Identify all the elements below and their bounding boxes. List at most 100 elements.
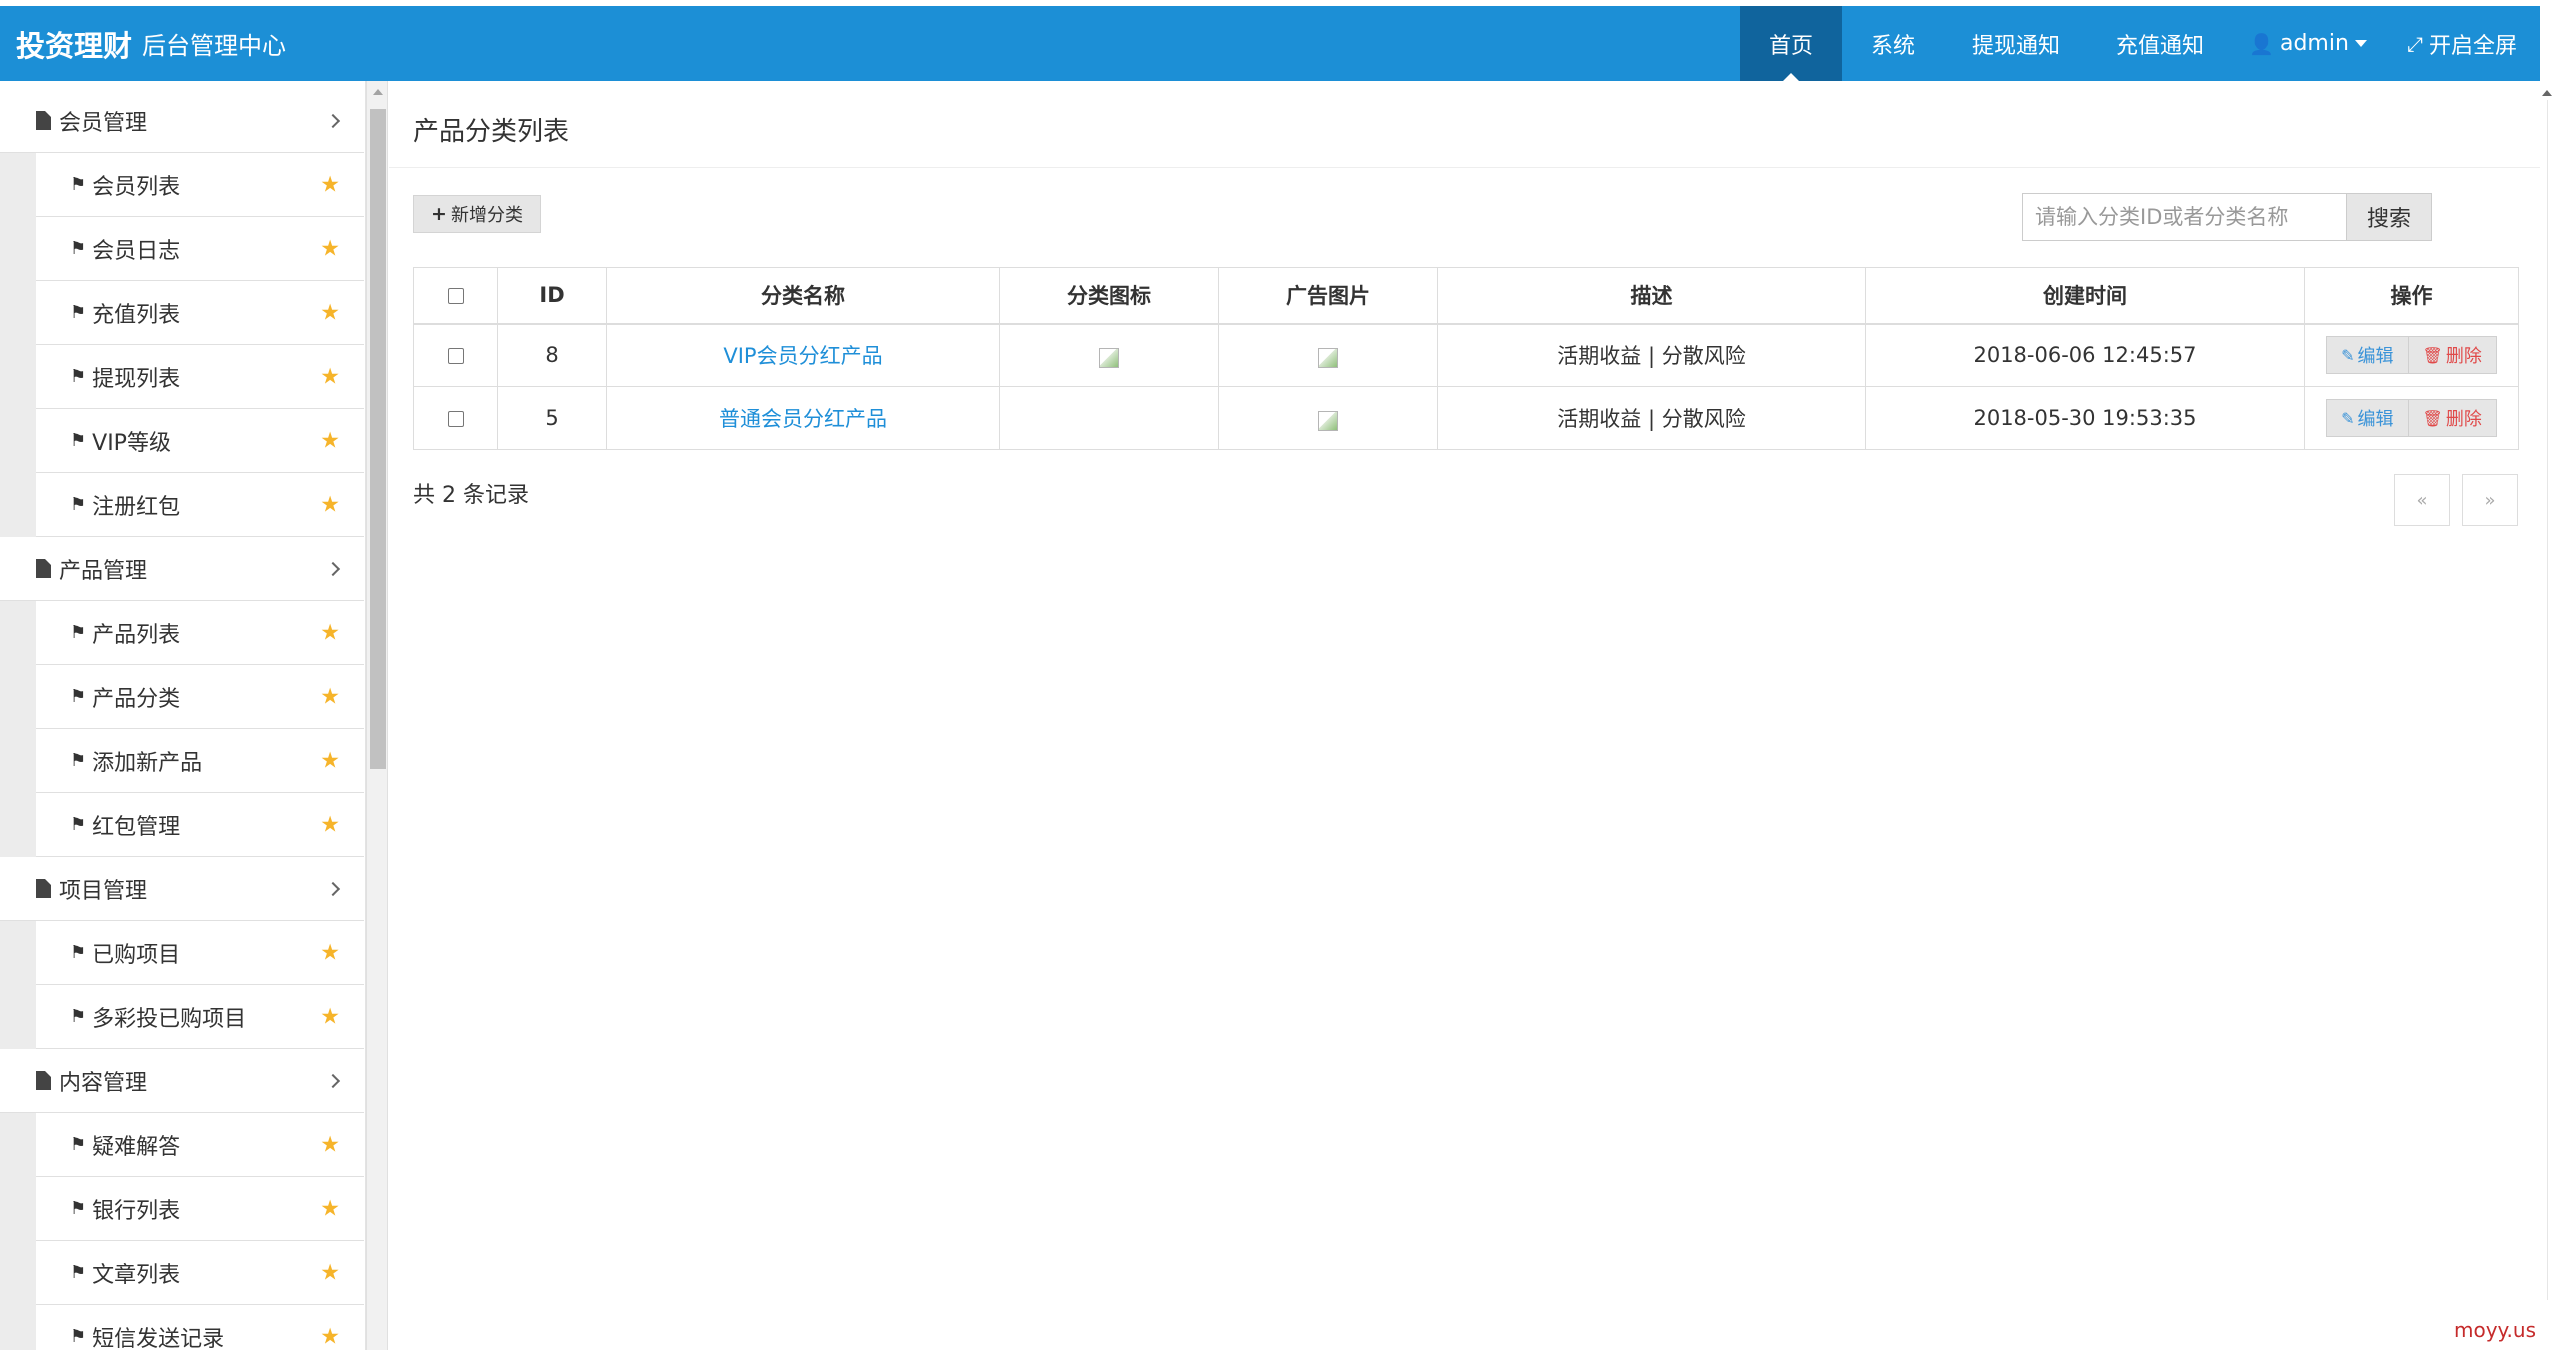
sidebar-item-member-list[interactable]: ⚑ 会员列表 ★ (36, 153, 364, 217)
select-all-cell (413, 267, 498, 325)
puzzle-icon: ⚑ (70, 494, 87, 515)
top-nav: 首页 系统 提现通知 充值通知 👤 admin ⤢ 开启全屏 (1740, 6, 2540, 81)
sidebar-group-label: 会员管理 (59, 110, 148, 136)
nav-recharge-notice-label: 充值通知 (2115, 33, 2204, 59)
column-header: 创建时间 (1865, 267, 2305, 325)
page-scrollbar[interactable] (2540, 0, 2554, 1350)
page-scrollbar-track[interactable] (2547, 100, 2548, 1300)
delete-button[interactable]: 🗑 删除 (2408, 336, 2497, 375)
delete-label: 删除 (2445, 346, 2482, 368)
sidebar-item-label: 注册红包 (92, 494, 181, 520)
sidebar-item-article-list[interactable]: ⚑ 文章列表 ★ (36, 1241, 364, 1305)
star-icon: ★ (320, 300, 340, 325)
star-icon: ★ (320, 1196, 340, 1221)
record-count: 共 2 条记录 (413, 483, 529, 508)
sidebar: 会员管理 ⚑ 会员列表 ★ ⚑ 会员日志 ★ ⚑ 充值列表 ★ ⚑ 提现列表 ★… (0, 81, 366, 1350)
main-content: 产品分类列表 + 新增分类 搜索 ID 分类名称 分类图标 广告图片 (389, 81, 2540, 1350)
row-actions: ✎ 编辑 🗑 删除 (2326, 399, 2497, 437)
puzzle-icon: ⚑ (70, 686, 87, 707)
sidebar-item-redpacket[interactable]: ⚑ 红包管理 ★ (36, 793, 364, 857)
nav-fullscreen[interactable]: ⤢ 开启全屏 (2384, 6, 2540, 81)
puzzle-icon: ⚑ (70, 942, 87, 963)
sidebar-group-product[interactable]: 产品管理 (0, 537, 364, 601)
cell-created: 2018-05-30 19:53:35 (1865, 386, 2305, 450)
edit-label: 编辑 (2357, 409, 2394, 430)
category-icon-image (1099, 348, 1119, 369)
sidebar-item-member-log[interactable]: ⚑ 会员日志 ★ (36, 217, 364, 281)
star-icon: ★ (320, 940, 340, 965)
sidebar-item-faq[interactable]: ⚑ 疑难解答 ★ (36, 1113, 364, 1177)
nav-system-label: 系统 (1870, 33, 1915, 59)
scroll-up-arrow-icon[interactable] (373, 89, 383, 95)
nav-home[interactable]: 首页 (1740, 6, 1842, 81)
sidebar-item-label: 多彩投已购项目 (92, 1006, 247, 1032)
cell-actions: ✎ 编辑 🗑 删除 (2304, 323, 2519, 387)
sidebar-item-label: 提现列表 (92, 366, 181, 392)
sidebar-item-recharge-list[interactable]: ⚑ 充值列表 ★ (36, 281, 364, 345)
scroll-up-arrow-icon[interactable] (2542, 90, 2552, 96)
star-icon: ★ (320, 172, 340, 197)
pager-next-button[interactable]: » (2462, 474, 2518, 526)
puzzle-icon: ⚑ (70, 1262, 87, 1283)
edit-icon: ✎ (2341, 345, 2355, 365)
cell-desc: 活期收益 | 分散风险 (1437, 323, 1866, 387)
nav-recharge-notice[interactable]: 充值通知 (2088, 6, 2232, 81)
sidebar-item-sms-log[interactable]: ⚑ 短信发送记录 ★ (36, 1305, 364, 1350)
sidebar-group-project[interactable]: 项目管理 (0, 857, 364, 921)
sidebar-item-label: VIP等级 (92, 430, 171, 456)
category-name-link[interactable]: 普通会员分红产品 (719, 407, 887, 431)
puzzle-icon: ⚑ (70, 302, 87, 323)
nav-system[interactable]: 系统 (1842, 6, 1944, 81)
sidebar-item-bank-list[interactable]: ⚑ 银行列表 ★ (36, 1177, 364, 1241)
file-icon (36, 879, 51, 898)
sidebar-item-product-list[interactable]: ⚑ 产品列表 ★ (36, 601, 364, 665)
row-checkbox[interactable] (447, 411, 464, 427)
category-name-link[interactable]: VIP会员分红产品 (723, 344, 882, 368)
add-category-button[interactable]: + 新增分类 (413, 195, 541, 233)
star-icon: ★ (320, 1132, 340, 1157)
brand[interactable]: 投资理财 后台管理中心 (16, 6, 286, 81)
puzzle-icon: ⚑ (70, 366, 87, 387)
table-header-row: ID 分类名称 分类图标 广告图片 描述 创建时间 操作 (413, 267, 2519, 325)
title-divider (389, 167, 2540, 168)
sidebar-item-purchased[interactable]: ⚑ 已购项目 ★ (36, 921, 364, 985)
sidebar-item-product-category[interactable]: ⚑ 产品分类 ★ (36, 665, 364, 729)
nav-withdraw-notice[interactable]: 提现通知 (1944, 6, 2088, 81)
row-actions: ✎ 编辑 🗑 删除 (2326, 336, 2497, 375)
delete-button[interactable]: 🗑 删除 (2408, 399, 2497, 437)
column-header: 广告图片 (1218, 267, 1438, 325)
edit-button[interactable]: ✎ 编辑 (2326, 336, 2409, 375)
sidebar-item-label: 充值列表 (92, 302, 181, 328)
sidebar-group-label: 项目管理 (59, 878, 148, 904)
sidebar-item-dct-purchased[interactable]: ⚑ 多彩投已购项目 ★ (36, 985, 364, 1049)
table-row: 5 普通会员分红产品 活期收益 | 分散风险 2018-05-30 19:53:… (413, 386, 2519, 450)
select-all-checkbox[interactable] (447, 288, 464, 305)
watermark: moyy.us (2454, 1318, 2536, 1342)
puzzle-icon: ⚑ (70, 622, 87, 643)
row-checkbox[interactable] (447, 348, 464, 365)
sidebar-item-withdraw-list[interactable]: ⚑ 提现列表 ★ (36, 345, 364, 409)
search-button[interactable]: 搜索 (2346, 193, 2432, 241)
sidebar-item-vip-level[interactable]: ⚑ VIP等级 ★ (36, 409, 364, 473)
sidebar-group-content[interactable]: 内容管理 (0, 1049, 364, 1113)
fullscreen-icon: ⤢ (2406, 31, 2423, 56)
sidebar-item-register-bonus[interactable]: ⚑ 注册红包 ★ (36, 473, 364, 537)
nav-home-label: 首页 (1768, 33, 1813, 59)
sidebar-group-member[interactable]: 会员管理 (0, 89, 364, 153)
sidebar-scrollbar[interactable] (366, 81, 388, 1350)
ad-image (1318, 348, 1338, 369)
edit-button[interactable]: ✎ 编辑 (2326, 399, 2409, 437)
sidebar-item-label: 会员日志 (92, 238, 181, 264)
sidebar-item-label: 会员列表 (92, 174, 181, 200)
puzzle-icon: ⚑ (70, 750, 87, 771)
nav-user-label: admin (2279, 31, 2349, 56)
star-icon: ★ (320, 236, 340, 261)
sidebar-item-label: 疑难解答 (92, 1134, 181, 1160)
nav-user-menu[interactable]: 👤 admin (2232, 6, 2384, 81)
sidebar-item-add-product[interactable]: ⚑ 添加新产品 ★ (36, 729, 364, 793)
caret-down-icon (2354, 40, 2367, 47)
sidebar-scrollbar-thumb[interactable] (370, 109, 386, 769)
brand-subtitle: 后台管理中心 (142, 32, 287, 60)
search-input[interactable] (2022, 193, 2346, 241)
pager-prev-button[interactable]: « (2394, 474, 2450, 526)
